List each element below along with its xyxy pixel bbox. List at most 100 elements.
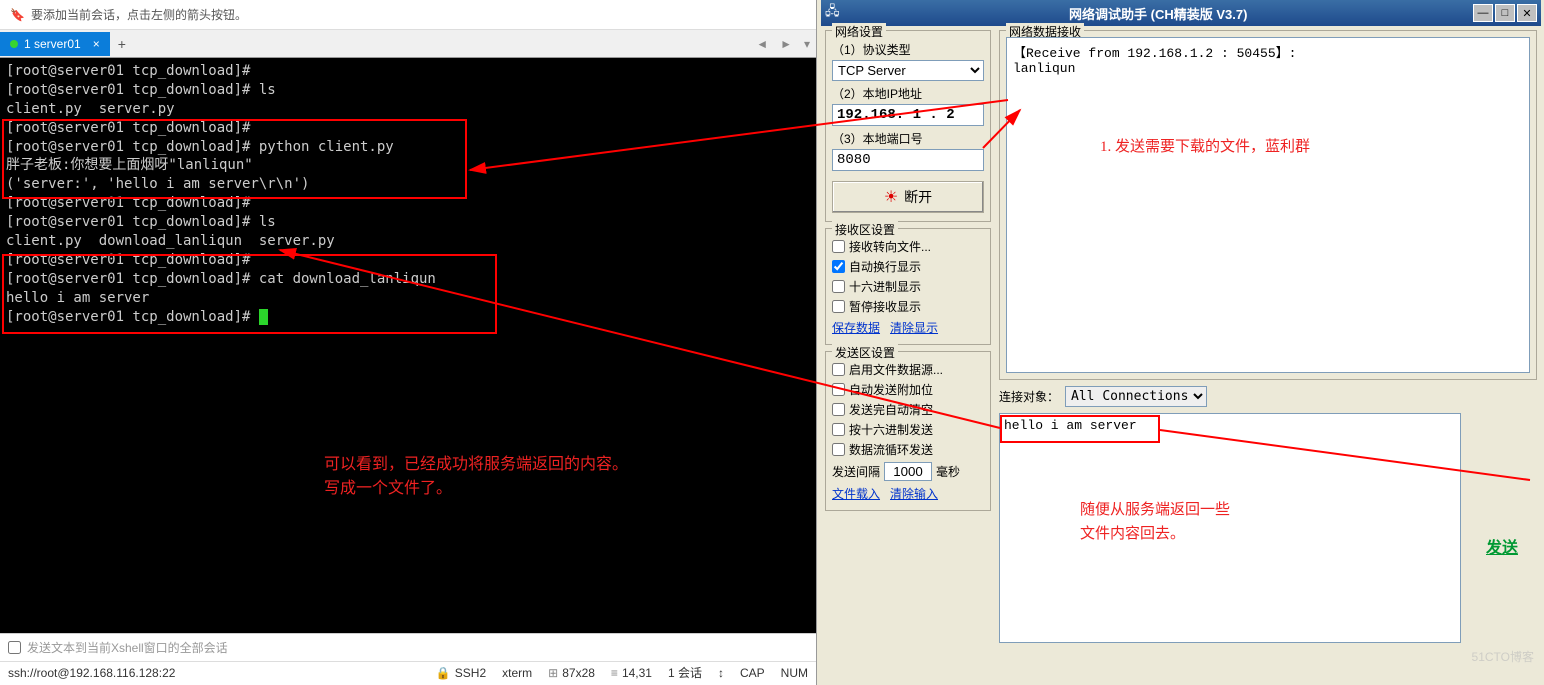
tab-server01[interactable]: 1 server01 × — [0, 32, 110, 56]
disconnect-button[interactable]: ☀ 断开 — [832, 181, 984, 213]
terminal-line: [root@server01 tcp_download]# python cli… — [6, 138, 810, 157]
status-sessions: 1 会话 — [668, 664, 702, 681]
save-data-link[interactable]: 保存数据 — [832, 319, 880, 336]
tab-bar: 1 server01 × + ◄ ► ▾ — [0, 30, 816, 58]
terminal-output[interactable]: [root@server01 tcp_download]# [root@serv… — [0, 58, 816, 633]
terminal-line: ('server:', 'hello i am server\r\n') — [6, 175, 810, 194]
recv-textarea[interactable]: 【Receive from 192.168.1.2 : 50455】: lanl… — [1006, 37, 1530, 373]
hex-display-checkbox[interactable] — [832, 280, 845, 293]
terminal-line: 胖子老板:你想要上面烟呀"lanliqun" — [6, 156, 810, 175]
checkbox-label: 暂停接收显示 — [849, 298, 921, 315]
status-cap: CAP — [740, 666, 765, 680]
terminal-line: [root@server01 tcp_download]# — [6, 251, 810, 270]
auto-wrap-checkbox[interactable] — [832, 260, 845, 273]
checkbox-label: 数据流循环发送 — [849, 441, 933, 458]
annotation-recv: 1. 发送需要下载的文件，蓝利群 — [1100, 135, 1310, 156]
protocol-label: （1）协议类型 — [832, 41, 984, 58]
terminal-line: client.py server.py — [6, 100, 810, 119]
status-dot-icon — [10, 40, 18, 48]
status-updown-icon: ↕ — [718, 666, 724, 680]
window-titlebar: 🖧 网络调试助手 (CH精装版 V3.7) — □ ✕ — [821, 0, 1541, 26]
watermark: 51CTO博客 — [1472, 648, 1534, 665]
add-tab-button[interactable]: + — [110, 32, 134, 56]
terminal-line: [root@server01 tcp_download]# — [6, 194, 810, 213]
broadcast-checkbox[interactable] — [8, 641, 21, 654]
cursor-icon — [259, 309, 268, 325]
recv-frame: 网络数据接收 【Receive from 192.168.1.2 : 50455… — [999, 30, 1537, 380]
terminal-line: hello i am server — [6, 289, 810, 308]
lock-icon: 🔒 — [436, 666, 451, 680]
group-title: 接收区设置 — [832, 221, 898, 238]
port-label: （3）本地端口号 — [832, 130, 984, 147]
status-size: ⊞87x28 — [548, 666, 595, 680]
hex-send-checkbox[interactable] — [832, 423, 845, 436]
recv-settings-group: 接收区设置 接收转向文件... 自动换行显示 十六进制显示 暂停接收显示 保存数… — [825, 228, 991, 345]
settings-column: 网络设置 （1）协议类型 TCP Server （2）本地IP地址 （3）本地端… — [821, 26, 995, 682]
checkbox-label: 接收转向文件... — [849, 238, 931, 255]
connection-row: 连接对象： All Connections — [999, 386, 1537, 407]
status-proto: 🔒SSH2 — [436, 666, 486, 680]
interval-input[interactable] — [884, 462, 932, 481]
recv-to-file-checkbox[interactable] — [832, 240, 845, 253]
interval-unit: 毫秒 — [936, 463, 960, 480]
recv-line: 【Receive from 192.168.1.2 : 50455】: — [1013, 42, 1523, 61]
terminal-line: [root@server01 tcp_download]# — [6, 62, 810, 81]
interval-label: 发送间隔 — [832, 463, 880, 480]
close-button[interactable]: ✕ — [1517, 4, 1537, 22]
checkbox-label: 启用文件数据源... — [849, 361, 943, 378]
minimize-button[interactable]: — — [1473, 4, 1493, 22]
net-assistant-window: 🖧 网络调试助手 (CH精装版 V3.7) — □ ✕ 网络设置 （1）协议类型… — [821, 0, 1541, 685]
terminal-window: 🔖 要添加当前会话，点击左侧的箭头按钮。 1 server01 × + ◄ ► … — [0, 0, 817, 685]
loop-send-checkbox[interactable] — [832, 443, 845, 456]
ip-label: （2）本地IP地址 — [832, 85, 984, 102]
send-settings-group: 发送区设置 启用文件数据源... 自动发送附加位 发送完自动清空 按十六进制发送… — [825, 351, 991, 511]
status-connection: ssh://root@192.168.116.128:22 — [8, 666, 175, 680]
ip-input[interactable] — [832, 104, 984, 126]
group-title: 网络设置 — [832, 23, 886, 40]
status-pos: ≡14,31 — [611, 666, 652, 680]
checkbox-label: 按十六进制发送 — [849, 421, 933, 438]
tab-menu-icon[interactable]: ▾ — [798, 33, 816, 55]
file-source-checkbox[interactable] — [832, 363, 845, 376]
status-num: NUM — [781, 666, 808, 680]
terminal-line: [root@server01 tcp_download]# cat downlo… — [6, 270, 810, 289]
connection-select[interactable]: All Connections — [1065, 386, 1207, 407]
tab-label: 1 server01 — [24, 37, 81, 51]
terminal-line: [root@server01 tcp_download]# — [6, 308, 810, 327]
clear-display-link[interactable]: 清除显示 — [890, 319, 938, 336]
terminal-line: [root@server01 tcp_download]# ls — [6, 81, 810, 100]
group-title: 发送区设置 — [832, 344, 898, 361]
sun-icon: ☀ — [884, 187, 898, 207]
file-load-link[interactable]: 文件载入 — [832, 485, 880, 502]
checkbox-label: 自动换行显示 — [849, 258, 921, 275]
terminal-line: [root@server01 tcp_download]# ls — [6, 213, 810, 232]
clear-after-send-checkbox[interactable] — [832, 403, 845, 416]
pause-recv-checkbox[interactable] — [832, 300, 845, 313]
checkbox-label: 自动发送附加位 — [849, 381, 933, 398]
app-icon: 🖧 — [825, 2, 840, 24]
annotation-text: 可以看到，已经成功将服务端返回的内容。 写成一个文件了。 — [324, 453, 628, 501]
clear-input-link[interactable]: 清除输入 — [890, 485, 938, 502]
recv-line: lanliqun — [1013, 61, 1523, 76]
terminal-line: [root@server01 tcp_download]# — [6, 119, 810, 138]
status-bar: ssh://root@192.168.116.128:22 🔒SSH2 xter… — [0, 661, 816, 683]
data-column: 网络数据接收 【Receive from 192.168.1.2 : 50455… — [995, 26, 1541, 682]
network-settings-group: 网络设置 （1）协议类型 TCP Server （2）本地IP地址 （3）本地端… — [825, 30, 991, 222]
session-hint-bar: 🔖 要添加当前会话，点击左侧的箭头按钮。 — [0, 0, 816, 30]
terminal-line: client.py download_lanliqun server.py — [6, 232, 810, 251]
tab-prev-icon[interactable]: ◄ — [750, 33, 774, 55]
checkbox-label: 十六进制显示 — [849, 278, 921, 295]
close-icon[interactable]: × — [93, 37, 100, 51]
auto-append-checkbox[interactable] — [832, 383, 845, 396]
port-input[interactable] — [832, 149, 984, 171]
maximize-button[interactable]: □ — [1495, 4, 1515, 22]
protocol-select[interactable]: TCP Server — [832, 60, 984, 81]
checkbox-label: 发送完自动清空 — [849, 401, 933, 418]
hint-text: 要添加当前会话，点击左侧的箭头按钮。 — [31, 6, 247, 23]
send-button[interactable]: 发送 — [1486, 534, 1518, 558]
broadcast-bar: 发送文本到当前Xshell窗口的全部会话 — [0, 633, 816, 661]
window-title: 网络调试助手 (CH精装版 V3.7) — [844, 4, 1474, 23]
bookmark-icon: 🔖 — [10, 8, 25, 22]
status-term: xterm — [502, 666, 532, 680]
tab-next-icon[interactable]: ► — [774, 33, 798, 55]
